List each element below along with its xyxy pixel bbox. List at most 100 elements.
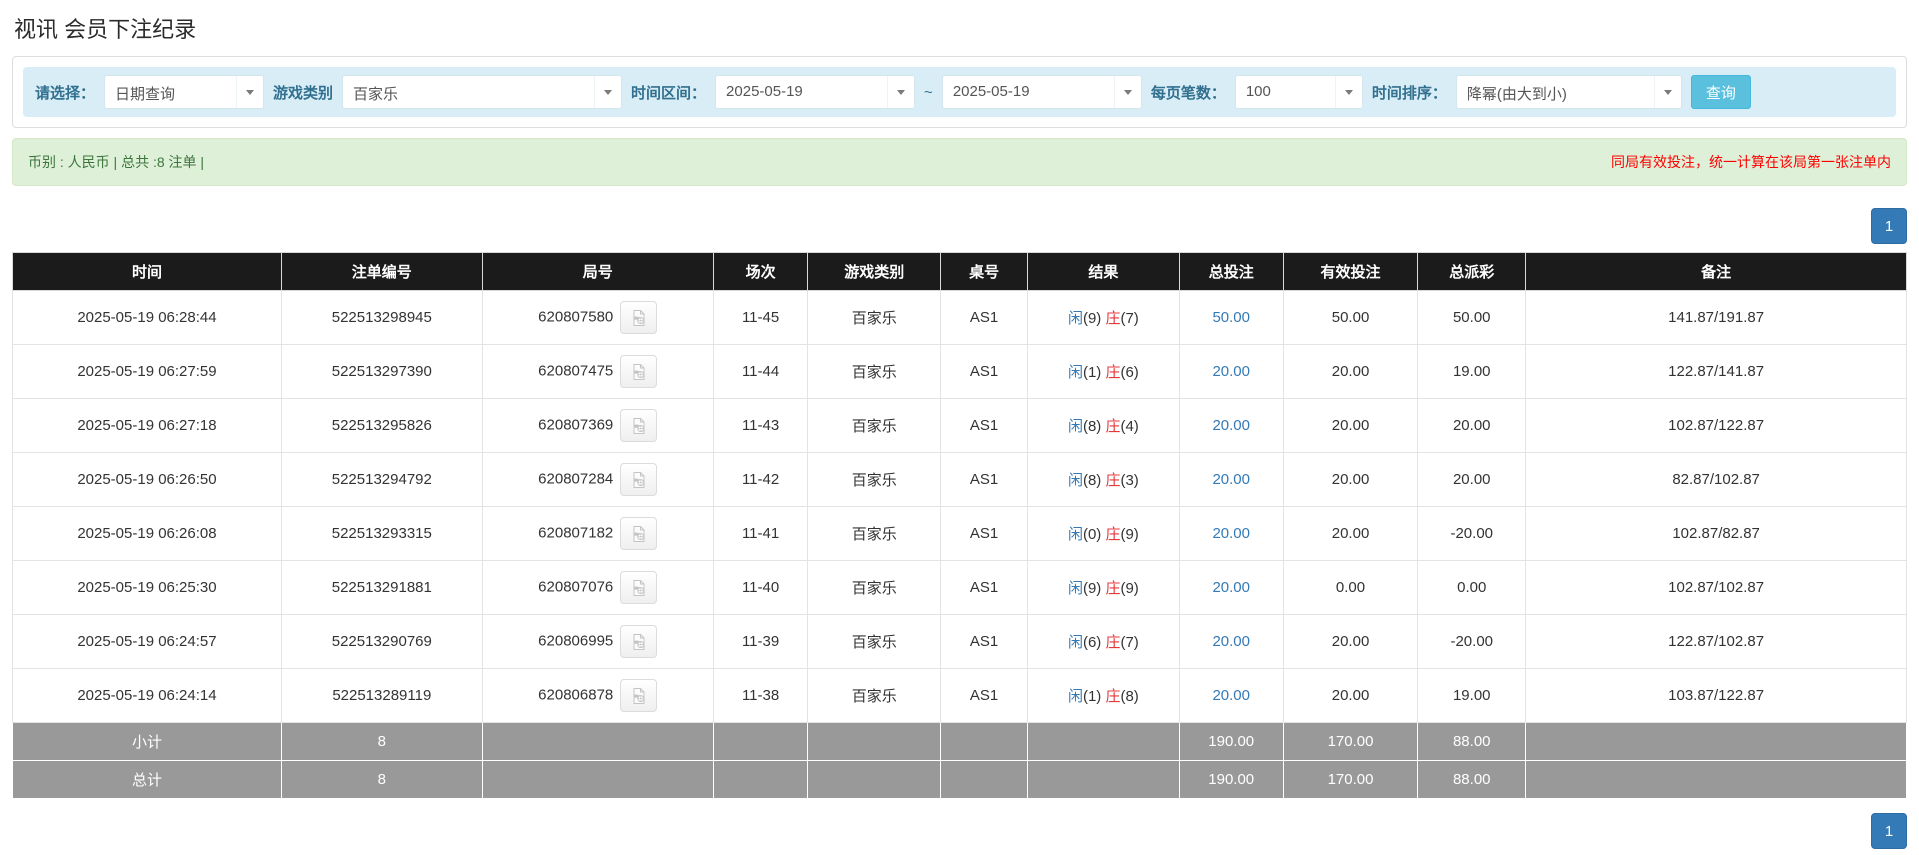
total-bet-link[interactable]: 20.00 <box>1212 633 1250 650</box>
round-number: 620807580 <box>538 308 614 326</box>
result-player: 闲 <box>1067 526 1083 543</box>
chevron-down-icon[interactable] <box>887 76 915 108</box>
chevron-down-icon[interactable] <box>594 76 622 108</box>
bet-id-cell: 522513293315 <box>280 506 483 561</box>
summary-bar: 币别 : 人民币 | 总共 :8 注单 | 同局有效投注，统一计算在该局第一张注… <box>12 138 1907 186</box>
result-player: 闲 <box>1067 418 1083 435</box>
result-banker: 庄 <box>1105 526 1121 543</box>
remark-cell: 141.87/191.87 <box>1525 290 1907 345</box>
sort-order-select[interactable]: 降幂(由大到小) <box>1455 75 1682 109</box>
result-cell: 闲(1) 庄(8) <box>1027 668 1180 723</box>
column-header: 时间 <box>12 252 282 291</box>
total-bet-cell: 20.00 <box>1178 398 1284 453</box>
round-number: 620807475 <box>538 362 614 380</box>
video-replay-icon <box>633 363 645 380</box>
total-bet-link[interactable]: 20.00 <box>1212 579 1250 596</box>
page-size-label: 每页笔数： <box>1150 84 1226 102</box>
page-1-button[interactable]: 1 <box>1871 813 1907 849</box>
video-replay-button[interactable] <box>620 625 658 658</box>
game-type-cell: 百家乐 <box>807 560 942 615</box>
total-bet-cell: 20.00 <box>1178 614 1284 669</box>
result-banker: 庄 <box>1105 634 1121 651</box>
table-number-cell: AS1 <box>940 614 1029 669</box>
video-replay-button[interactable] <box>620 463 658 496</box>
table-row: 2025-05-19 06:26:50 522513294792 620807284… <box>12 452 1907 507</box>
date-from-select[interactable]: 2025-05-19 <box>715 75 916 109</box>
query-type-select[interactable]: 日期查询 <box>104 75 265 109</box>
round-cell: 620806878 <box>481 668 714 723</box>
total-bet-link[interactable]: 50.00 <box>1212 309 1250 326</box>
result-cell: 闲(9) 庄(7) <box>1027 290 1180 345</box>
result-banker-number: (6) <box>1120 364 1139 381</box>
payout-cell: -20.00 <box>1417 506 1527 561</box>
table-number-cell: AS1 <box>940 344 1029 399</box>
column-header: 有效投注 <box>1282 252 1419 291</box>
bet-id-cell: 522513294792 <box>280 452 483 507</box>
video-replay-button[interactable] <box>620 679 658 712</box>
chevron-down-icon[interactable] <box>1334 76 1362 108</box>
video-replay-icon <box>633 525 645 542</box>
payout-cell: 0.00 <box>1417 560 1527 615</box>
table-row: 2025-05-19 06:24:14 522513289119 620806878… <box>12 668 1907 723</box>
total-bet-link[interactable]: 20.00 <box>1212 471 1250 488</box>
table-number-cell: AS1 <box>940 506 1029 561</box>
column-header: 结果 <box>1027 252 1180 291</box>
total-bet-cell: 20.00 <box>1178 344 1284 399</box>
game-type-cell: 百家乐 <box>807 506 942 561</box>
video-replay-button[interactable] <box>620 517 658 550</box>
total-bet-link[interactable]: 20.00 <box>1212 363 1250 380</box>
column-header: 游戏类别 <box>807 252 942 291</box>
chevron-down-icon[interactable] <box>1653 76 1681 108</box>
total-bet-cell: 50.00 <box>1178 290 1284 345</box>
round-cell: 620807076 <box>481 560 714 615</box>
total-bet-link[interactable]: 20.00 <box>1212 417 1250 434</box>
sort-order-label: 时间排序： <box>1371 84 1447 102</box>
table-row: 2025-05-19 06:27:18 522513295826 620807369… <box>12 398 1907 453</box>
total-bet-link[interactable]: 20.00 <box>1212 687 1250 704</box>
valid-bet-cell: 20.00 <box>1282 506 1419 561</box>
query-type-value: 日期查询 <box>115 86 176 103</box>
total-bet-link[interactable]: 20.00 <box>1212 525 1250 542</box>
game-type-select[interactable]: 百家乐 <box>342 75 623 109</box>
table-number-cell: AS1 <box>940 398 1029 453</box>
table-row: 2025-05-19 06:28:44 522513298945 620807580… <box>12 290 1907 345</box>
chevron-down-icon[interactable] <box>1113 76 1141 108</box>
page-size-select[interactable]: 100 <box>1234 75 1363 109</box>
table-footer-row: 总计 8 190.00 170.00 88.00 <box>12 760 1907 799</box>
table-header-row: 时间 注单编号 局号 场次 游戏类别 桌号 结果 总投注 有效投注 总派彩 备注 <box>12 252 1907 291</box>
table-row: 2025-05-19 06:25:30 522513291881 620807076… <box>12 560 1907 615</box>
footer-round-cell <box>481 760 714 799</box>
page-1-button[interactable]: 1 <box>1871 208 1907 244</box>
date-to-select[interactable]: 2025-05-19 <box>941 75 1142 109</box>
bet-id-cell: 522513289119 <box>280 668 483 723</box>
table-number-cell: AS1 <box>940 668 1029 723</box>
footer-round-cell <box>481 722 714 761</box>
session-cell: 11-39 <box>712 614 809 669</box>
page-size-value: 100 <box>1245 83 1271 100</box>
footer-table-cell <box>940 722 1029 761</box>
column-header: 总投注 <box>1178 252 1284 291</box>
video-replay-button[interactable] <box>620 355 658 388</box>
chevron-down-icon[interactable] <box>236 76 264 108</box>
time-range-label: 时间区间： <box>631 84 707 102</box>
pagination-bottom: 1 <box>12 813 1907 849</box>
footer-remark-cell <box>1525 760 1907 799</box>
column-header: 桌号 <box>940 252 1029 291</box>
video-replay-button[interactable] <box>620 571 658 604</box>
valid-bet-cell: 20.00 <box>1282 452 1419 507</box>
betting-records-table: 时间 注单编号 局号 场次 游戏类别 桌号 结果 总投注 有效投注 总派彩 备注 2025-05-1… <box>12 252 1907 799</box>
footer-count-cell: 8 <box>280 722 483 761</box>
footer-remark-cell <box>1525 722 1907 761</box>
total-bet-cell: 20.00 <box>1178 506 1284 561</box>
table-row: 2025-05-19 06:27:59 522513297390 620807475… <box>12 344 1907 399</box>
video-replay-button[interactable] <box>620 409 658 442</box>
table-row: 2025-05-19 06:26:08 522513293315 620807182… <box>12 506 1907 561</box>
search-button[interactable]: 查询 <box>1690 75 1751 109</box>
video-replay-button[interactable] <box>620 301 658 334</box>
remark-cell: 102.87/82.87 <box>1525 506 1907 561</box>
result-banker-number: (4) <box>1120 418 1139 435</box>
video-replay-icon <box>633 633 645 650</box>
video-replay-icon <box>633 471 645 488</box>
result-player: 闲 <box>1067 310 1083 327</box>
round-cell: 620807182 <box>481 506 714 561</box>
